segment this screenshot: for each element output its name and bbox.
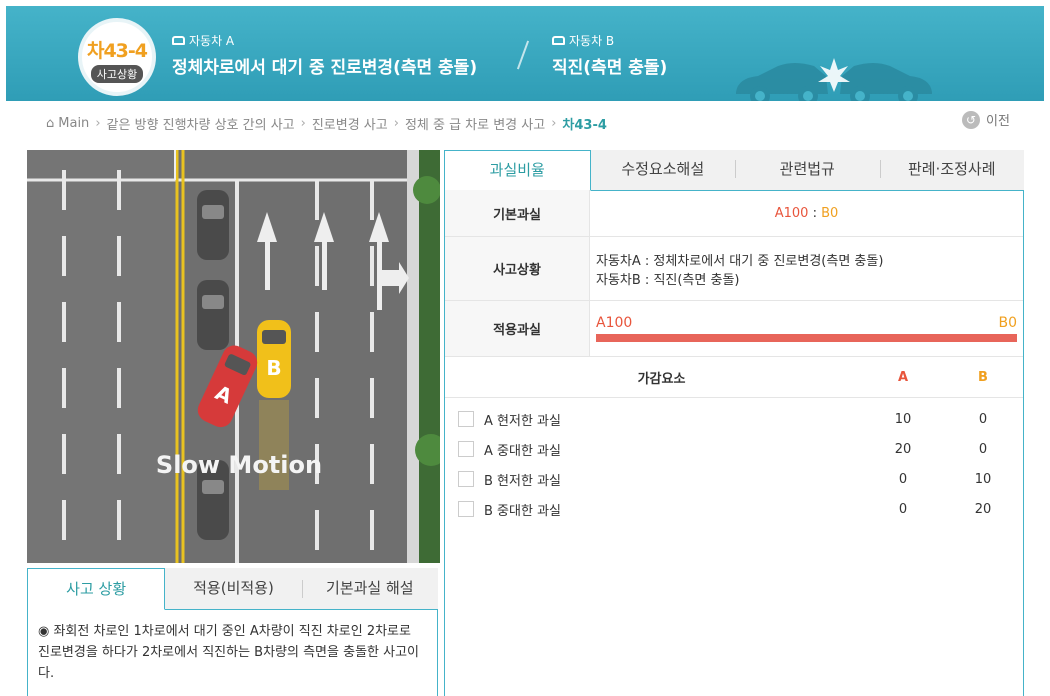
table-row: A 현저한 과실 10 0 <box>445 404 1023 434</box>
base-fault-value: A100 : B0 <box>590 190 1023 236</box>
breadcrumb: ⌂ Main › 같은 방향 진행차량 상호 간의 사고 › 진로변경 사고 ›… <box>46 114 607 133</box>
adjustment-b-value: 0 <box>978 411 988 427</box>
left-tab-bar: 사고 상황 적용(비적용) 기본과실 해설 <box>27 568 438 610</box>
vehicle-b-desc: 직진(측면 충돌) <box>552 58 668 78</box>
tab-applicability[interactable]: 적용(비적용) <box>165 568 302 609</box>
breadcrumb-main[interactable]: Main <box>58 116 89 131</box>
adjustment-b-value: 10 <box>974 471 992 487</box>
situation-value: 자동차A : 정체차로에서 대기 중 진로변경(측면 충돌) 자동차B : 직진… <box>590 237 1023 300</box>
back-arrow-icon: ↺ <box>962 110 980 129</box>
accident-scene[interactable]: B A Slow Motion <box>27 150 440 563</box>
table-row: A 중대한 과실 20 0 <box>445 434 1023 464</box>
header-divider <box>516 40 530 70</box>
situation-b: 자동차B : 직진(측면 충돌) <box>596 272 740 288</box>
adjustment-label: A 현저한 과실 <box>484 413 561 429</box>
adjustment-a-value: 20 <box>894 441 912 457</box>
case-code: 차43-4 <box>86 40 148 62</box>
adjustment-checkbox[interactable] <box>458 411 474 427</box>
situation-row: 사고상황 자동차A : 정체차로에서 대기 중 진로변경(측면 충돌) 자동차B… <box>445 237 1023 301</box>
chevron-right-icon: › <box>300 116 306 131</box>
road-illustration: B A Slow Motion <box>27 150 440 563</box>
tab-adjustment-explanation[interactable]: 수정요소해설 <box>591 150 736 190</box>
base-fault-row: 기본과실 A100 : B0 <box>445 190 1023 237</box>
adjustment-header-label: 가감요소 <box>637 371 686 387</box>
situation-a: 자동차A : 정체차로에서 대기 중 진로변경(측면 충돌) <box>596 253 884 269</box>
applied-fault-row: 적용과실 A100 B0 <box>445 301 1023 357</box>
tab-base-fault-explanation[interactable]: 기본과실 해설 <box>301 568 438 609</box>
adjustment-col-b: B <box>978 369 988 385</box>
prev-button[interactable]: ↺ 이전 <box>962 110 1010 129</box>
adjustment-checkbox[interactable] <box>458 501 474 517</box>
slow-motion-caption: Slow Motion <box>156 451 322 479</box>
adjustment-b-value: 0 <box>978 441 988 457</box>
applied-fault-a: A100 <box>596 315 633 331</box>
breadcrumb-subcategory[interactable]: 진로변경 사고 <box>312 114 388 133</box>
crash-illustration-icon <box>736 58 932 101</box>
breadcrumb-category[interactable]: 같은 방향 진행차량 상호 간의 사고 <box>107 114 295 133</box>
tab-accident-situation[interactable]: 사고 상황 <box>27 568 166 610</box>
vehicle-b-info: 자동차 B 직진(측면 충돌) <box>552 32 667 78</box>
table-row: B 현저한 과실 0 10 <box>445 464 1023 494</box>
car-icon <box>552 36 565 45</box>
tab-precedents[interactable]: 판례·조정사례 <box>879 150 1025 190</box>
applied-fault-label: 적용과실 <box>445 301 590 356</box>
applied-fault-b: B0 <box>998 315 1017 331</box>
adjustment-a-value: 10 <box>894 411 912 427</box>
adjustment-checkbox[interactable] <box>458 441 474 457</box>
adjustment-col-a: A <box>897 369 909 385</box>
base-fault-label: 기본과실 <box>445 190 590 236</box>
tab-related-laws[interactable]: 관련법규 <box>735 150 880 190</box>
chevron-right-icon: › <box>393 116 399 131</box>
prev-label: 이전 <box>986 114 1010 129</box>
adjustment-a-value: 0 <box>898 501 908 517</box>
applied-fault-bar <box>596 334 1017 342</box>
adjustment-a-value: 0 <box>898 471 908 487</box>
car-icon <box>172 36 185 45</box>
fault-ratio-panel: 기본과실 A100 : B0 사고상황 자동차A : 정체차로에서 대기 중 진… <box>444 190 1024 696</box>
accident-description: ◉ 좌회전 차로인 1차로에서 대기 중인 A차량이 직진 차로인 2차로로 진… <box>27 609 438 696</box>
adjustment-label: B 현저한 과실 <box>484 473 561 489</box>
car-b-label: B <box>266 356 281 380</box>
chevron-right-icon: › <box>551 116 557 131</box>
table-row: B 중대한 과실 0 20 <box>445 494 1023 524</box>
adjustment-checkbox[interactable] <box>458 471 474 487</box>
base-fault-a: A100 <box>774 205 809 221</box>
situation-label: 사고상황 <box>445 237 590 300</box>
adjustment-table: 가감요소 A B A 현저한 과실 10 0 A 중대한 과실 20 0 B 현… <box>445 357 1023 524</box>
adjustment-label: A 중대한 과실 <box>484 443 561 459</box>
chevron-right-icon: › <box>95 116 101 131</box>
page-header: 차43-4 사고상황 자동차 A 정체차로에서 대기 중 진로변경(측면 충돌)… <box>6 6 1044 101</box>
applied-fault-value: A100 B0 <box>590 301 1023 356</box>
adjustment-b-value: 20 <box>974 501 992 517</box>
breadcrumb-group[interactable]: 정체 중 급 차로 변경 사고 <box>405 114 545 133</box>
adjustment-label: B 중대한 과실 <box>484 503 561 519</box>
vehicle-a-label: 자동차 A <box>189 34 235 48</box>
adjustment-table-header: 가감요소 A B <box>445 357 1023 398</box>
right-tab-bar: 과실비율 수정요소해설 관련법규 판례·조정사례 <box>444 150 1024 191</box>
base-fault-separator: : <box>812 205 817 221</box>
case-sub-label: 사고상황 <box>90 65 144 83</box>
base-fault-b: B0 <box>821 205 839 221</box>
tab-fault-ratio[interactable]: 과실비율 <box>444 150 591 191</box>
vehicle-a-desc: 정체차로에서 대기 중 진로변경(측면 충돌) <box>172 58 478 78</box>
home-icon[interactable]: ⌂ <box>46 116 54 131</box>
vehicle-a-info: 자동차 A 정체차로에서 대기 중 진로변경(측면 충돌) <box>172 32 477 78</box>
vehicle-b-label: 자동차 B <box>569 34 615 48</box>
breadcrumb-current: 차43-4 <box>562 118 607 133</box>
case-badge: 차43-4 사고상황 <box>78 18 156 96</box>
